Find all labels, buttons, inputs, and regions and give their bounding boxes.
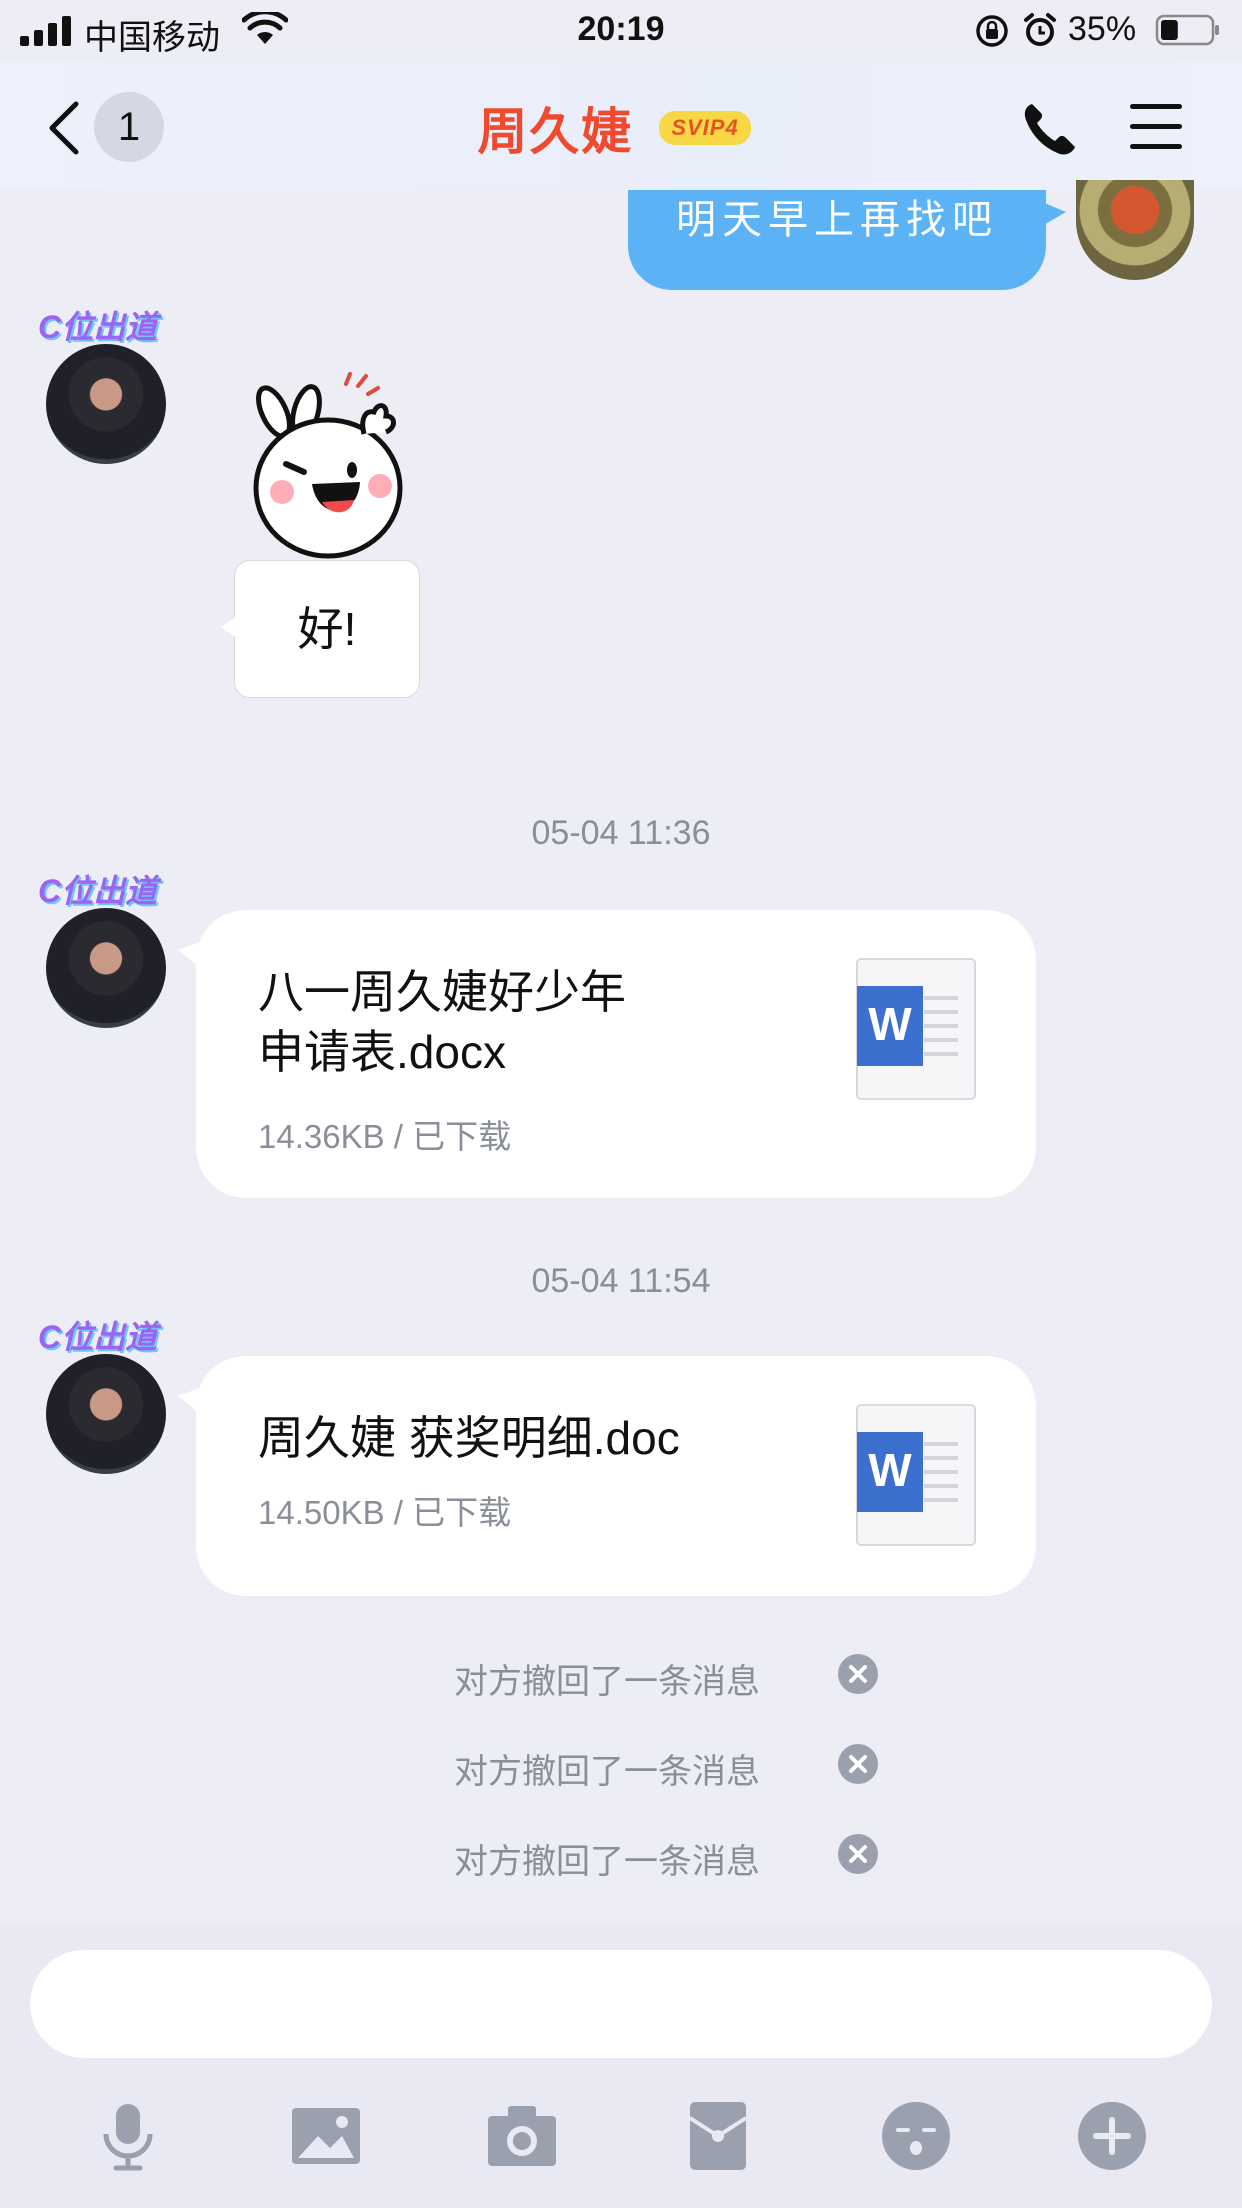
word-doc-icon: W — [856, 958, 976, 1100]
svg-text:W: W — [868, 1444, 912, 1496]
plus-icon[interactable] — [1072, 2096, 1152, 2176]
camera-icon[interactable] — [482, 2096, 562, 2176]
recalled-notice: 对方撤回了一条消息 — [0, 1650, 1242, 1701]
microphone-icon[interactable] — [88, 2096, 168, 2176]
status-bar: 中国移动 20:19 35% — [0, 0, 1242, 62]
contact-avatar[interactable]: C位出道 — [38, 1319, 166, 1474]
recalled-notice: 对方撤回了一条消息 — [0, 1740, 1242, 1791]
close-icon[interactable] — [838, 1834, 878, 1874]
close-icon[interactable] — [838, 1654, 878, 1694]
bunny-sticker[interactable] — [246, 372, 416, 562]
battery-percent: 35% — [1068, 10, 1137, 48]
close-icon[interactable] — [838, 1744, 878, 1784]
rotation-lock-icon — [976, 15, 1008, 47]
outgoing-message-bubble[interactable]: 明天早上再找吧 — [628, 190, 1066, 290]
timestamp: 05-04 11:54 — [531, 1262, 711, 1300]
timestamp: 05-04 11:36 — [531, 814, 711, 852]
red-packet-icon[interactable] — [678, 2096, 758, 2176]
contact-avatar[interactable]: C位出道 — [38, 873, 166, 1028]
sticker-caption: 好! — [297, 603, 357, 655]
file-meta: 14.50KB / 已下载 — [258, 1494, 512, 1531]
phone-icon[interactable] — [1020, 100, 1078, 158]
outgoing-message-text: 明天早上再找吧 — [676, 198, 998, 242]
contact-avatar[interactable]: C位出道 — [38, 309, 166, 464]
battery-icon — [1155, 14, 1219, 46]
sticker-caption-bubble[interactable]: 好! — [221, 560, 420, 698]
word-doc-icon: W — [856, 1404, 976, 1546]
file-name: 八一周久婕好少年 申请表.docx — [258, 966, 626, 1078]
svg-text:W: W — [868, 998, 912, 1050]
file-message-card[interactable]: 周久婕 获奖明细.doc 14.50KB / 已下载 W — [178, 1356, 1036, 1596]
contact-name[interactable]: 周久婕 — [477, 92, 633, 164]
image-icon[interactable] — [286, 2096, 366, 2176]
menu-icon[interactable] — [1128, 100, 1184, 154]
alarm-icon — [1024, 13, 1056, 46]
my-avatar[interactable] — [1076, 180, 1194, 280]
file-message-card[interactable]: 八一周久婕好少年 申请表.docx 14.36KB / 已下载 W — [178, 910, 1036, 1198]
recalled-notice: 对方撤回了一条消息 — [0, 1830, 1242, 1881]
emoji-icon[interactable] — [876, 2096, 956, 2176]
vip-badge: SVIP4 — [659, 111, 751, 145]
file-meta: 14.36KB / 已下载 — [258, 1118, 512, 1155]
message-input[interactable] — [30, 1950, 1212, 2058]
file-name: 周久婕 获奖明细.doc — [258, 1412, 680, 1464]
